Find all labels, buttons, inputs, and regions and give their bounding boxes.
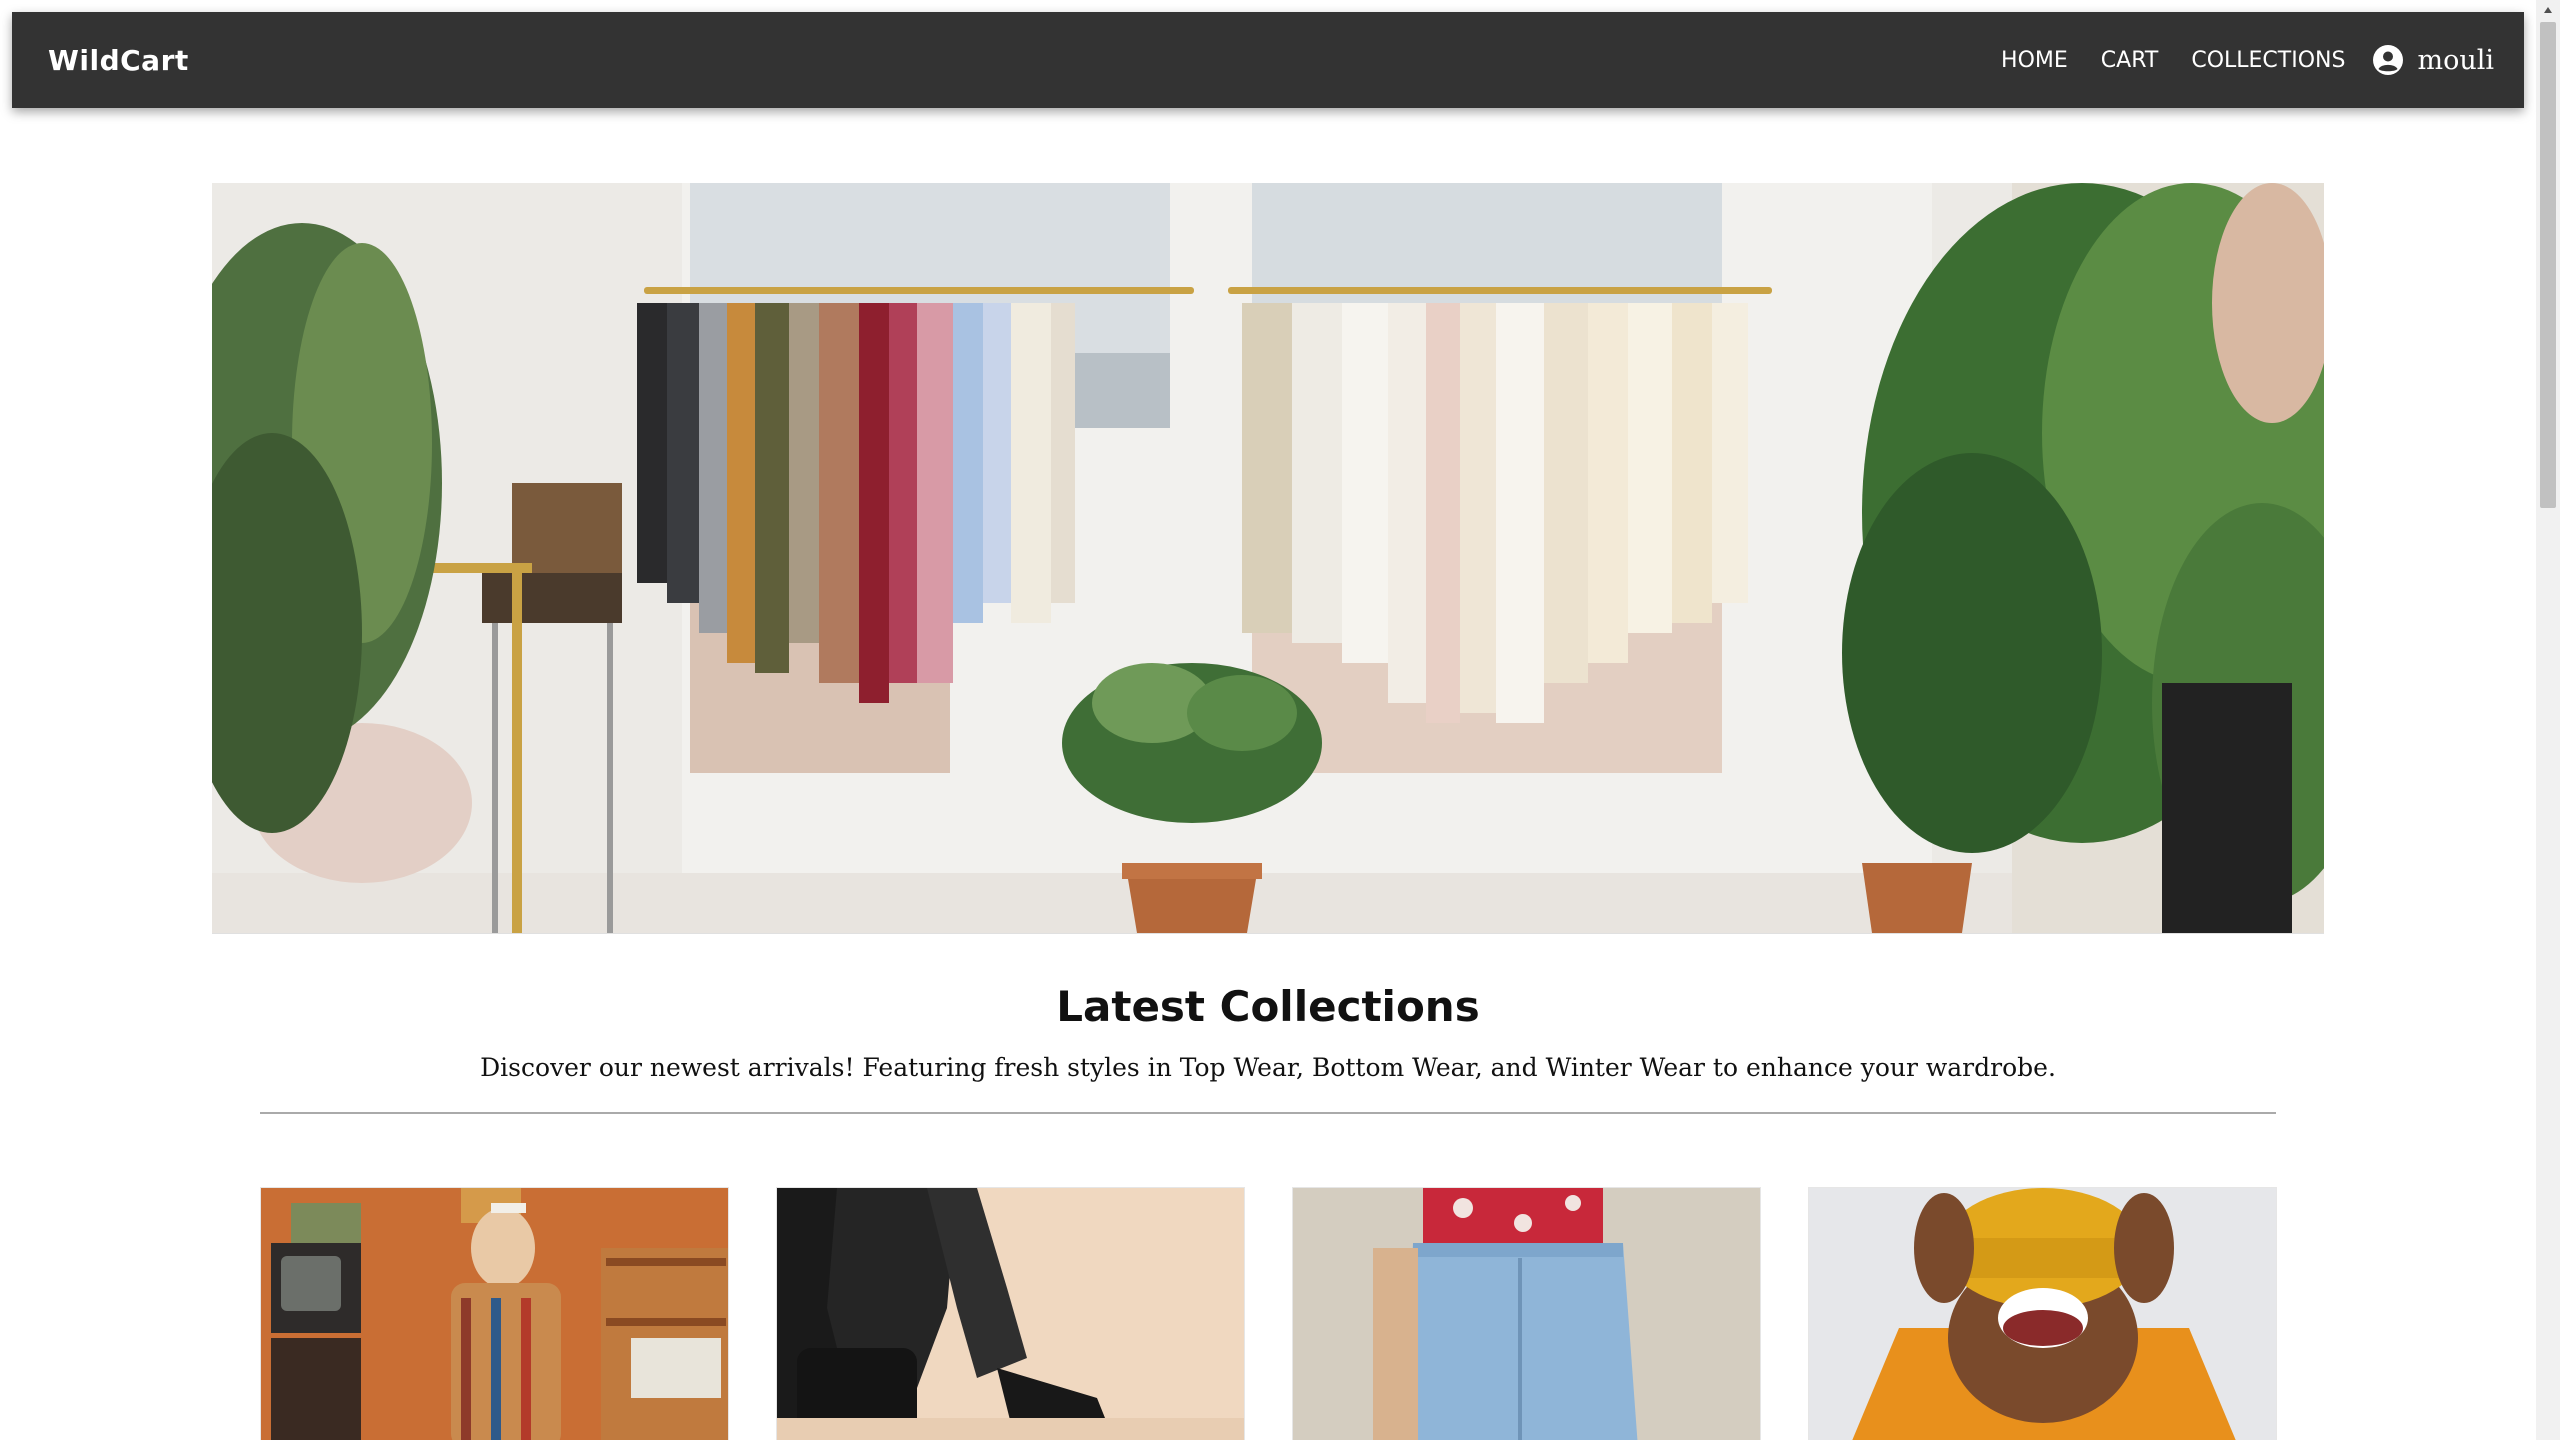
- nav-links: HOME CART COLLECTIONS mouli: [1968, 45, 2494, 76]
- section-divider: [260, 1112, 2276, 1114]
- collection-card-1[interactable]: [260, 1187, 729, 1440]
- nav-home-link[interactable]: HOME: [2001, 48, 2068, 73]
- navbar: WildCart HOME CART COLLECTIONS mouli: [12, 12, 2524, 108]
- nav-collections-link[interactable]: COLLECTIONS: [2191, 48, 2345, 73]
- collection-card-4[interactable]: [1808, 1187, 2277, 1440]
- collection-card-3[interactable]: [1292, 1187, 1761, 1440]
- nav-cart-link[interactable]: CART: [2101, 48, 2159, 73]
- section-title: Latest Collections: [1056, 982, 1480, 1031]
- brand-logo[interactable]: WildCart: [48, 44, 189, 77]
- user-avatar-icon: [2373, 45, 2404, 75]
- scroll-up-arrow-icon[interactable]: [2536, 0, 2560, 20]
- hero-image: [212, 183, 2324, 934]
- section-subtitle: Discover our newest arrivals! Featuring …: [480, 1053, 2056, 1082]
- page: WildCart HOME CART COLLECTIONS mouli Lat…: [0, 0, 2560, 1440]
- vertical-scrollbar[interactable]: [2536, 0, 2560, 1440]
- scrollbar-thumb[interactable]: [2540, 22, 2556, 508]
- user-name: mouli: [2417, 44, 2494, 76]
- collection-card-2[interactable]: [776, 1187, 1245, 1440]
- user-menu[interactable]: mouli: [2373, 45, 2494, 76]
